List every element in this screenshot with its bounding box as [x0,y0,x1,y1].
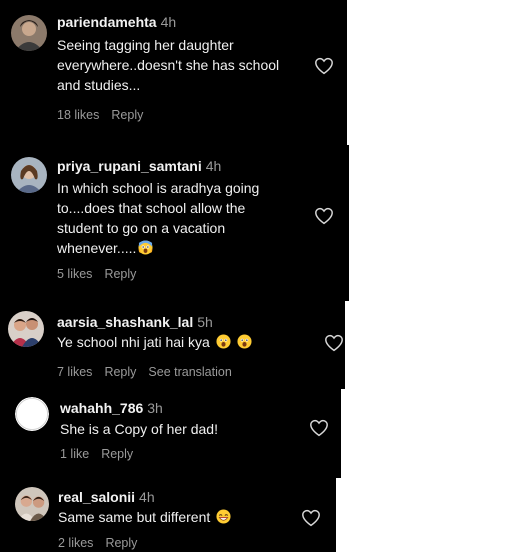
avatar-photo-icon [11,15,47,51]
astonished-face-emoji [237,334,252,349]
reply-button[interactable]: Reply [111,108,143,122]
comment-username[interactable]: aarsia_shashank_lal 5h [57,314,213,330]
heart-icon[interactable] [324,334,344,352]
astonished-face-emoji [216,334,231,349]
grinning-face-emoji [216,509,231,524]
comment-actions: 1 like Reply [60,447,145,461]
likes-count[interactable]: 18 likes [57,108,99,122]
comment-text: In which school is aradhya going to....d… [57,180,260,256]
comment-actions: 2 likes Reply [58,536,149,550]
comment-time: 3h [147,400,163,416]
reply-button[interactable]: Reply [101,447,133,461]
heart-icon[interactable] [309,419,329,437]
default-avatar[interactable] [15,397,49,431]
comment-username[interactable]: priya_rupani_samtani 4h [57,158,221,174]
likes-count[interactable]: 2 likes [58,536,93,550]
avatar-photo-icon [8,311,44,347]
comment-time: 4h [205,158,222,174]
comment-text: Ye school nhi jati hai kya [57,332,337,352]
comment-actions: 7 likes Reply See translation [57,365,244,379]
default-avatar-icon [15,397,49,431]
reply-button[interactable]: Reply [104,267,136,281]
comment-text: Seeing tagging her daughter everywhere..… [57,37,280,93]
comment-actions: 18 likes Reply [57,108,155,122]
comment-actions: 5 likes Reply [57,267,148,281]
heart-icon[interactable] [314,57,334,75]
comment-time: 4h [139,489,155,505]
user-avatar[interactable] [11,15,47,51]
reply-button[interactable]: Reply [105,536,137,550]
user-avatar[interactable] [11,157,47,193]
comment-text: She is a Copy of her dad! [60,421,218,437]
shocked-face-emoji [138,240,153,255]
heart-icon[interactable] [301,509,321,527]
comment-time: 4h [160,14,177,30]
user-avatar[interactable] [8,311,44,347]
heart-icon[interactable] [314,207,334,225]
likes-count[interactable]: 1 like [60,447,89,461]
user-avatar[interactable] [15,487,49,521]
likes-count[interactable]: 7 likes [57,365,92,379]
avatar-photo-icon [11,157,47,193]
comment-screenshot: pariendamehta 4h Seeing tagging her daugh… [0,0,521,552]
comment-item: real_salonii 4h Same same but different 2… [0,478,336,552]
comment-item: aarsia_shashank_lal 5h Ye school nhi jati… [0,301,345,389]
comment-username[interactable]: wahahh_786 3h [60,400,163,416]
comment-item: priya_rupani_samtani 4h In which school i… [0,145,349,301]
comment-time: 5h [197,314,213,330]
comment-item: pariendamehta 4h Seeing tagging her daugh… [0,0,347,145]
reply-button[interactable]: Reply [104,365,136,379]
comment-item: wahahh_786 3h She is a Copy of her dad! 1… [0,389,341,478]
comment-username[interactable]: pariendamehta 4h [57,14,176,30]
comment-username[interactable]: real_salonii 4h [58,489,155,505]
avatar-photo-icon [15,487,49,521]
comment-text: Same same but different [58,507,298,527]
likes-count[interactable]: 5 likes [57,267,92,281]
see-translation-button[interactable]: See translation [148,365,231,379]
